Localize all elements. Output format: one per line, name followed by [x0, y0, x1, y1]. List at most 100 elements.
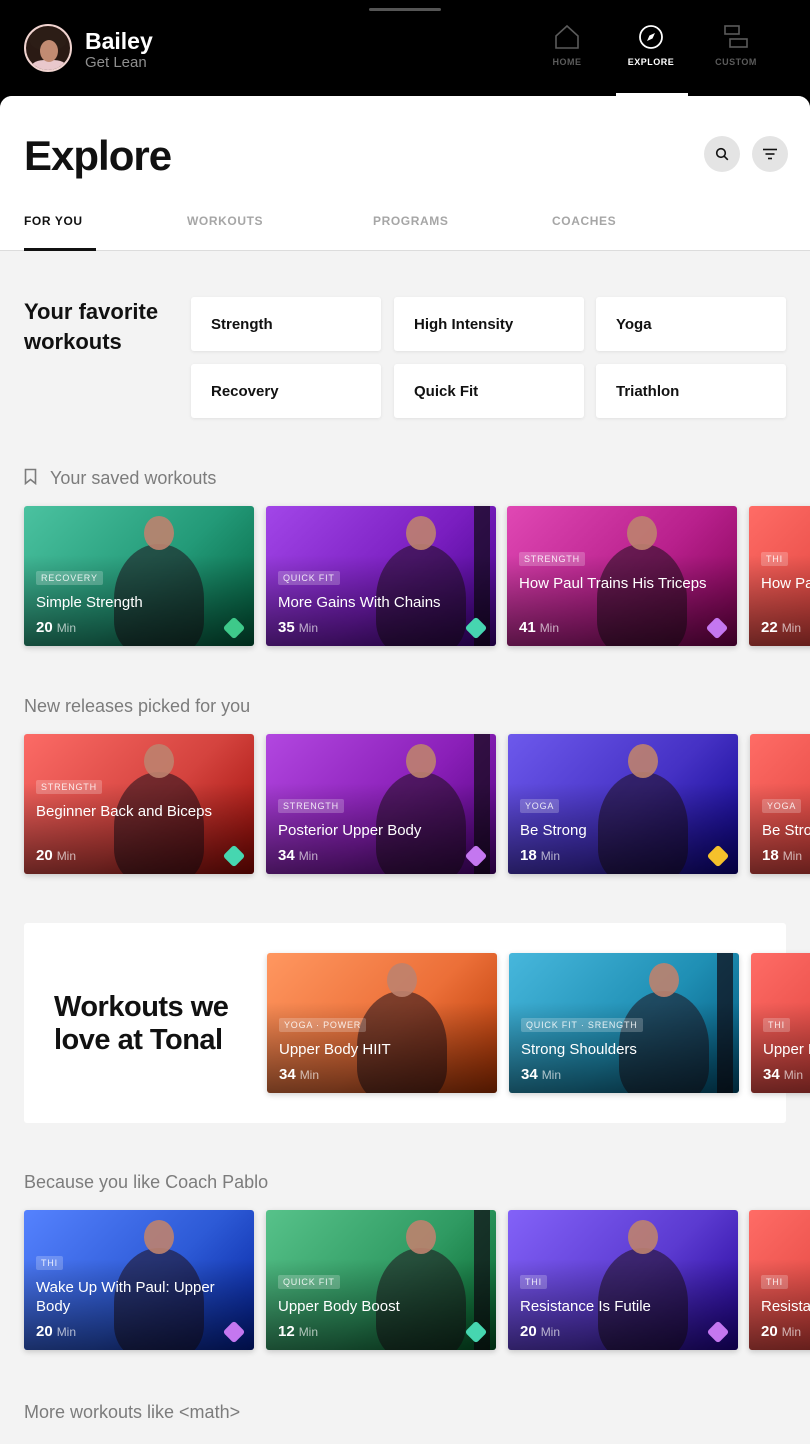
favorite-chip[interactable]: Yoga [596, 297, 786, 351]
workout-card[interactable]: QUICK FIT · SRENGTH Strong Shoulders 34 Min [509, 953, 739, 1093]
card-tag: YOGA · POWER [279, 1018, 367, 1032]
workout-card[interactable]: YOGA Be Strong 18Min [750, 734, 810, 874]
workout-card[interactable]: THI Resistance Is Futile 20Min [508, 1210, 738, 1350]
card-minutes-unit: Min [298, 621, 319, 635]
card-tag: THI [761, 1275, 788, 1289]
card-tag: YOGA [762, 799, 802, 813]
favorite-chip[interactable]: Strength [191, 297, 381, 351]
nav-home-label: HOME [552, 57, 582, 67]
card-minutes-unit: Min [782, 849, 803, 863]
card-minutes: 34 [521, 1066, 538, 1083]
filter-button[interactable] [752, 136, 788, 172]
workout-card[interactable]: THI Upper Body HIIT 34Min [751, 953, 810, 1093]
card-duration: 41 Min [519, 619, 559, 636]
workout-card[interactable]: THI Wake Up With Paul: Upper Body 20 Min [24, 1210, 254, 1350]
card-minutes-unit: Min [298, 849, 319, 863]
workout-card[interactable]: THI How Paul Trains His Triceps 22Min [749, 506, 810, 646]
tab-for-you[interactable]: FOR YOU [24, 214, 83, 228]
sheet-grabber[interactable] [369, 8, 441, 11]
workout-card[interactable]: YOGA Be Strong 18Min [508, 734, 738, 874]
card-duration: 20 Min [520, 1323, 560, 1340]
custom-icon [724, 25, 748, 48]
card-title: Be Strong [762, 822, 810, 839]
card-duration: 34 Min [279, 1066, 319, 1083]
card-duration: 34 Min [521, 1066, 561, 1083]
card-title: Beginner Back and Biceps [36, 803, 212, 820]
nav-explore[interactable]: EXPLORE [611, 24, 691, 96]
card-minutes: 22 [761, 619, 778, 636]
workout-card[interactable]: STRENGTH Posterior Upper Body 34 Min [266, 734, 496, 874]
nav-custom-label: CUSTOM [715, 57, 757, 67]
card-duration: 34 Min [763, 1066, 803, 1083]
card-minutes: 12 [278, 1323, 295, 1340]
card-minutes: 20 [761, 1323, 778, 1340]
explore-sheet: Explore FOR YOU WORKOUTS PROGRAMS COACHE… [0, 96, 810, 1444]
card-tag: QUICK FIT [278, 571, 340, 585]
card-minutes-unit: Min [56, 849, 77, 863]
card-minutes: 18 [762, 847, 779, 864]
card-duration: 18 Min [520, 847, 560, 864]
filter-icon [763, 148, 777, 160]
card-duration: 20 Min [36, 847, 76, 864]
card-tag: THI [520, 1275, 547, 1289]
card-minutes: 20 [36, 619, 53, 636]
workout-card[interactable]: STRENGTH Beginner Back and Biceps 20 Min [24, 734, 254, 874]
tab-workouts[interactable]: WORKOUTS [187, 214, 263, 228]
tab-coaches[interactable]: COACHES [552, 214, 616, 228]
card-tag: THI [763, 1018, 790, 1032]
card-title: How Paul Trains His Triceps [761, 575, 810, 592]
card-title: Posterior Upper Body [278, 822, 422, 839]
card-minutes: 41 [519, 619, 536, 636]
card-minutes-unit: Min [56, 621, 77, 635]
card-minutes: 20 [520, 1323, 537, 1340]
card-duration: 20 Min [36, 1323, 76, 1340]
workout-card[interactable]: RECOVERY Simple Strength 20 Min [24, 506, 254, 646]
tab-programs[interactable]: PROGRAMS [373, 214, 448, 228]
card-minutes-unit: Min [541, 1068, 562, 1082]
saved-workouts-title: Your saved workouts [50, 468, 217, 488]
card-minutes: 20 [36, 847, 53, 864]
card-title: Upper Body Boost [278, 1298, 400, 1315]
explore-header: Explore FOR YOU WORKOUTS PROGRAMS COACHE… [0, 96, 810, 251]
workout-card[interactable]: STRENGTH How Paul Trains His Triceps 41 Min [507, 506, 737, 646]
card-minutes-unit: Min [783, 1068, 804, 1082]
search-button[interactable] [704, 136, 740, 172]
favorite-chip[interactable]: High Intensity [394, 297, 584, 351]
card-minutes-unit: Min [539, 621, 560, 635]
card-tag: QUICK FIT · SRENGTH [521, 1018, 643, 1032]
workout-card[interactable]: THI Resistance Is Futile 20Min [749, 1210, 810, 1350]
favorite-chip[interactable]: Recovery [191, 364, 381, 418]
favorite-chip[interactable]: Triathlon [596, 364, 786, 418]
bookmark-icon [24, 468, 37, 485]
card-title: Upper Body HIIT [763, 1041, 810, 1058]
card-tag: QUICK FIT [278, 1275, 340, 1289]
card-minutes-unit: Min [299, 1068, 320, 1082]
card-title: Upper Body HIIT [279, 1041, 391, 1058]
card-minutes: 18 [520, 847, 537, 864]
card-duration: 20 Min [761, 1323, 801, 1340]
card-title: Be Strong [520, 822, 587, 839]
nav-explore-label: EXPLORE [627, 57, 675, 67]
card-title: More Gains With Chains [278, 594, 441, 611]
card-duration: 22 Min [761, 619, 801, 636]
card-minutes-unit: Min [781, 621, 802, 635]
avatar[interactable] [24, 24, 72, 72]
home-icon [555, 24, 579, 49]
card-tag: THI [36, 1256, 63, 1270]
card-minutes: 35 [278, 619, 295, 636]
card-minutes-unit: Min [56, 1325, 77, 1339]
favorite-chip[interactable]: Quick Fit [394, 364, 584, 418]
workout-card[interactable]: QUICK FIT More Gains With Chains 35 Min [266, 506, 496, 646]
new-releases-title: New releases picked for you [24, 696, 251, 716]
card-title: How Paul Trains His Triceps [519, 575, 707, 592]
card-minutes: 20 [36, 1323, 53, 1340]
card-minutes: 34 [278, 847, 295, 864]
card-minutes-unit: Min [540, 1325, 561, 1339]
page-title: Explore [24, 132, 172, 179]
nav-home[interactable]: HOME [527, 24, 607, 96]
card-minutes: 34 [279, 1066, 296, 1083]
workout-card[interactable]: QUICK FIT Upper Body Boost 12 Min [266, 1210, 496, 1350]
workout-card[interactable]: YOGA · POWER Upper Body HIIT 34 Min [267, 953, 497, 1093]
nav-custom[interactable]: CUSTOM [696, 24, 776, 96]
card-minutes-unit: Min [781, 1325, 802, 1339]
